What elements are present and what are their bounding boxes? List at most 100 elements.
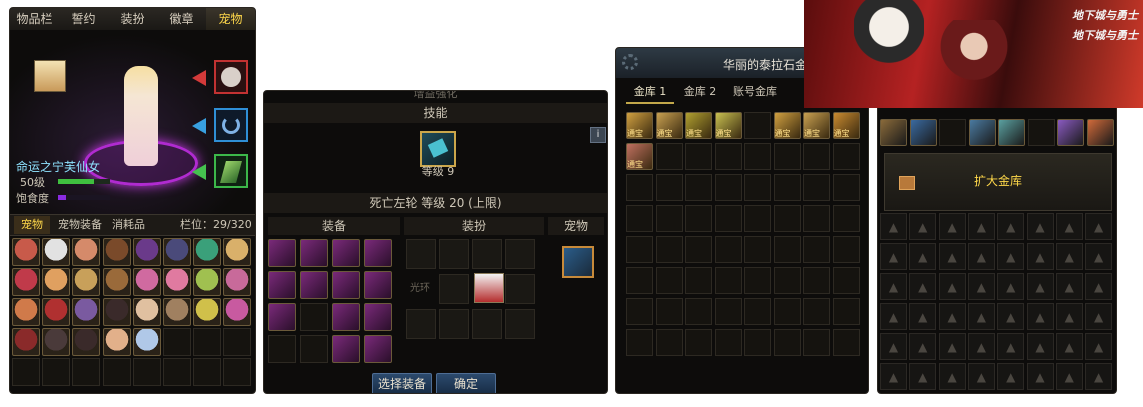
empty-slot[interactable] [223,358,252,386]
avatar-slot[interactable] [406,239,436,269]
pet-icon[interactable] [102,328,131,356]
pet-icon[interactable] [72,328,101,356]
vault-tab-1[interactable]: 金库 1 [626,82,674,104]
pet-icon[interactable] [102,298,131,326]
pet-icon[interactable] [42,328,71,356]
confirm-button[interactable]: 确定 [436,373,496,393]
pet-icon[interactable] [102,238,131,266]
vault-slot[interactable] [655,174,683,201]
equip-icon[interactable] [364,271,392,299]
pet-icon[interactable] [12,328,40,356]
empty-slot[interactable] [193,358,222,386]
avatar-slot[interactable] [439,309,469,339]
vault-slot[interactable] [773,174,801,201]
vault-slot[interactable] [832,298,860,325]
vault-slot[interactable] [626,329,653,356]
vault-slot[interactable] [744,205,771,232]
equip-icon[interactable] [268,303,296,331]
vault-slot[interactable] [744,267,771,294]
vault-slot[interactable] [773,236,801,263]
avatar-item-icon[interactable] [474,273,504,303]
empty-equip-slot[interactable] [268,335,296,363]
equip-icon[interactable] [268,239,296,267]
vault-item-icon[interactable] [998,119,1025,146]
vault-slot[interactable] [714,143,742,170]
avatar-slot[interactable] [472,239,502,269]
pet-icon[interactable] [163,268,191,296]
vault-item-icon[interactable] [1057,119,1084,146]
empty-slot[interactable] [72,358,101,386]
pet-icon[interactable] [12,238,40,266]
pet-icon[interactable] [72,298,101,326]
small-pet-icon[interactable] [34,60,66,92]
vault-slot[interactable] [744,112,771,139]
empty-slot[interactable] [223,328,252,356]
vault-item-icon[interactable] [1086,119,1114,146]
vault-slot[interactable] [803,236,830,263]
vault-slot[interactable] [685,267,712,294]
equip-icon[interactable] [364,335,392,363]
pet-icon[interactable] [193,268,222,296]
empty-slot[interactable] [193,328,222,356]
sub-tab-consumable[interactable]: 消耗品 [112,216,145,234]
vault-slot[interactable] [714,236,742,263]
tab-avatar[interactable]: 装扮 [108,8,158,30]
vault-slot[interactable] [714,329,742,356]
vault-slot[interactable] [626,174,653,201]
vault-slot[interactable] [1027,119,1055,146]
vault-slot[interactable] [832,236,860,263]
vault-slot[interactable] [685,205,712,232]
vault-slot[interactable] [626,298,653,325]
vault-item-icon[interactable] [968,119,996,146]
pet-icon[interactable] [132,238,161,266]
pet-icon[interactable] [12,298,40,326]
vault-slot[interactable] [773,267,801,294]
vault-slot[interactable] [685,298,712,325]
avatar-slot[interactable] [505,239,535,269]
vault-slot[interactable] [773,205,801,232]
expand-vault-bar[interactable]: 扩大金库 [884,153,1112,211]
avatar-slot[interactable] [406,309,436,339]
vault-slot[interactable] [773,329,801,356]
vault-slot[interactable] [655,298,683,325]
sub-tab-pet-equip[interactable]: 宠物装备 [58,216,102,234]
pet-icon[interactable] [223,298,252,326]
empty-slot[interactable] [163,358,191,386]
equip-icon[interactable] [300,271,328,299]
avatar-slot[interactable] [439,274,469,304]
empty-slot[interactable] [12,358,40,386]
skill-icon[interactable] [420,131,456,167]
avatar-slot[interactable] [505,309,535,339]
pet-equip-slot-green[interactable] [214,154,248,188]
pet-icon[interactable] [223,268,252,296]
vault-slot[interactable] [714,298,742,325]
vault-slot[interactable] [655,329,683,356]
vault-tab-2[interactable]: 金库 2 [676,82,724,102]
pet-slot[interactable] [562,246,594,278]
vault-slot[interactable] [655,205,683,232]
tab-pet[interactable]: 宠物 [206,8,255,30]
equip-icon[interactable] [300,239,328,267]
pet-icon[interactable] [223,238,252,266]
vault-item-icon[interactable] [880,119,907,146]
pet-icon[interactable] [42,268,71,296]
pet-equip-slot-red[interactable] [214,60,248,94]
vault-slot[interactable] [744,174,771,201]
vault-slot[interactable] [832,205,860,232]
empty-slot[interactable] [163,328,191,356]
info-icon[interactable]: i [590,127,606,143]
vault-slot[interactable] [655,236,683,263]
pet-icon[interactable] [132,298,161,326]
vault-slot[interactable] [714,174,742,201]
vault-slot[interactable] [744,143,771,170]
vault-slot[interactable] [939,119,966,146]
vault-slot[interactable] [832,329,860,356]
vault-slot[interactable] [655,143,683,170]
pet-icon[interactable] [102,268,131,296]
vault-slot[interactable] [655,267,683,294]
pet-icon[interactable] [12,268,40,296]
vault-slot[interactable] [714,267,742,294]
vault-slot[interactable] [744,236,771,263]
tab-emblem[interactable]: 徽章 [157,8,207,30]
empty-slot[interactable] [102,358,131,386]
